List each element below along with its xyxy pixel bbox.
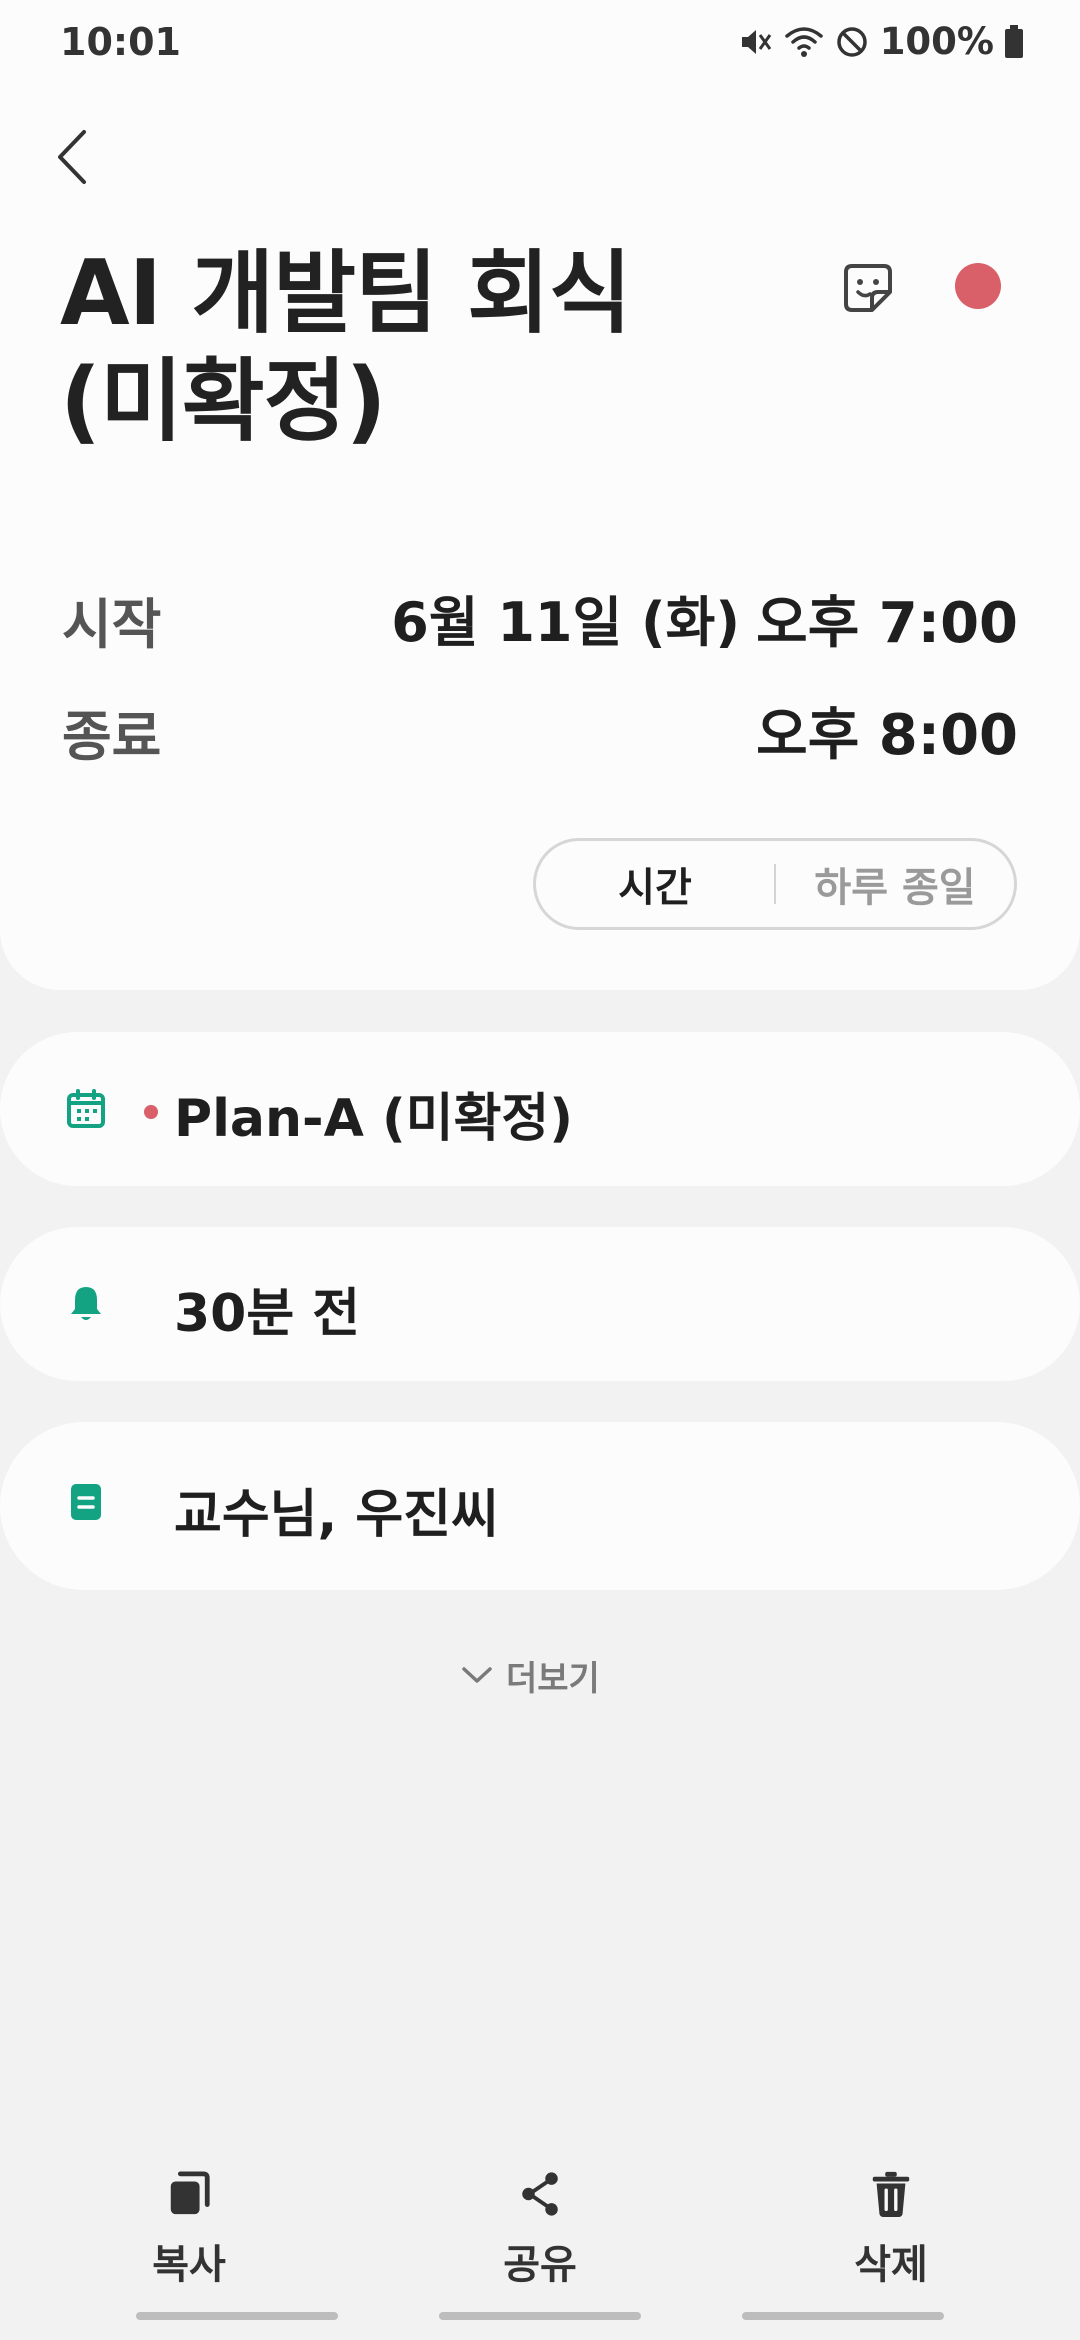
copy-label: 복사	[152, 2242, 226, 2288]
more-label: 더보기	[506, 1658, 600, 1699]
status-time: 10:01	[60, 20, 181, 64]
end-label: 종료	[62, 705, 162, 768]
event-header-card: AI 개발팀 회식 (미확정) 시작 6월 11일 (화) 오후 7:00 종료…	[0, 0, 1080, 990]
sticker-icon[interactable]	[838, 258, 898, 318]
battery-icon	[1005, 24, 1023, 58]
battery-percent: 100%	[879, 20, 994, 63]
event-title-line2: (미확정)	[60, 349, 387, 454]
reminder-text: 30분 전	[174, 1284, 361, 1344]
event-color-dot[interactable]	[955, 263, 1001, 309]
bell-icon	[71, 1287, 101, 1320]
toggle-option-allday[interactable]: 하루 종일	[776, 855, 1014, 913]
nav-handle-left[interactable]	[136, 2312, 338, 2320]
event-title-line1: AI 개발팀 회식	[60, 241, 632, 346]
memo-text: 교수님, 우진씨	[174, 1485, 499, 1545]
do-not-disturb-icon	[836, 26, 867, 57]
toggle-option-time[interactable]: 시간	[536, 855, 774, 913]
start-label: 시작	[62, 593, 162, 656]
share-label: 공유	[503, 2242, 577, 2288]
mute-icon	[741, 29, 771, 54]
back-button[interactable]	[50, 122, 100, 192]
status-bar: 10:01 100%	[0, 0, 1080, 90]
start-time[interactable]: 오후 7:00	[756, 578, 1018, 659]
nav-handle-center[interactable]	[439, 2312, 641, 2320]
calendar-icon	[67, 1089, 105, 1128]
share-button[interactable]: 공유	[450, 2170, 630, 2290]
memo-icon	[71, 1484, 101, 1520]
calendar-color-dot	[144, 1105, 158, 1119]
chevron-down-icon	[462, 1667, 492, 1683]
calendar-name: Plan-A (미확정)	[174, 1089, 574, 1149]
memo-card[interactable]: 교수님, 우진씨	[0, 1422, 1080, 1590]
time-allday-toggle: 시간 하루 종일	[533, 838, 1017, 930]
end-time[interactable]: 오후 8:00	[756, 690, 1018, 771]
share-icon	[522, 2172, 558, 2216]
delete-button[interactable]: 삭제	[801, 2170, 981, 2290]
more-button[interactable]: 더보기	[460, 1650, 600, 1700]
event-title: AI 개발팀 회식 (미확정)	[60, 240, 760, 456]
copy-icon	[170, 2171, 210, 2215]
delete-label: 삭제	[854, 2242, 928, 2288]
copy-button[interactable]: 복사	[99, 2170, 279, 2290]
status-icons: 100%	[738, 20, 1024, 63]
trash-icon	[872, 2171, 910, 2218]
nav-handle-right[interactable]	[742, 2312, 944, 2320]
reminder-card[interactable]: 30분 전	[0, 1227, 1080, 1381]
event-detail-screen: AI 개발팀 회식 (미확정) 시작 6월 11일 (화) 오후 7:00 종료…	[0, 0, 1080, 2340]
calendar-card[interactable]: Plan-A (미확정)	[0, 1032, 1080, 1186]
start-date[interactable]: 6월 11일 (화)	[391, 578, 740, 657]
wifi-icon	[784, 26, 823, 57]
